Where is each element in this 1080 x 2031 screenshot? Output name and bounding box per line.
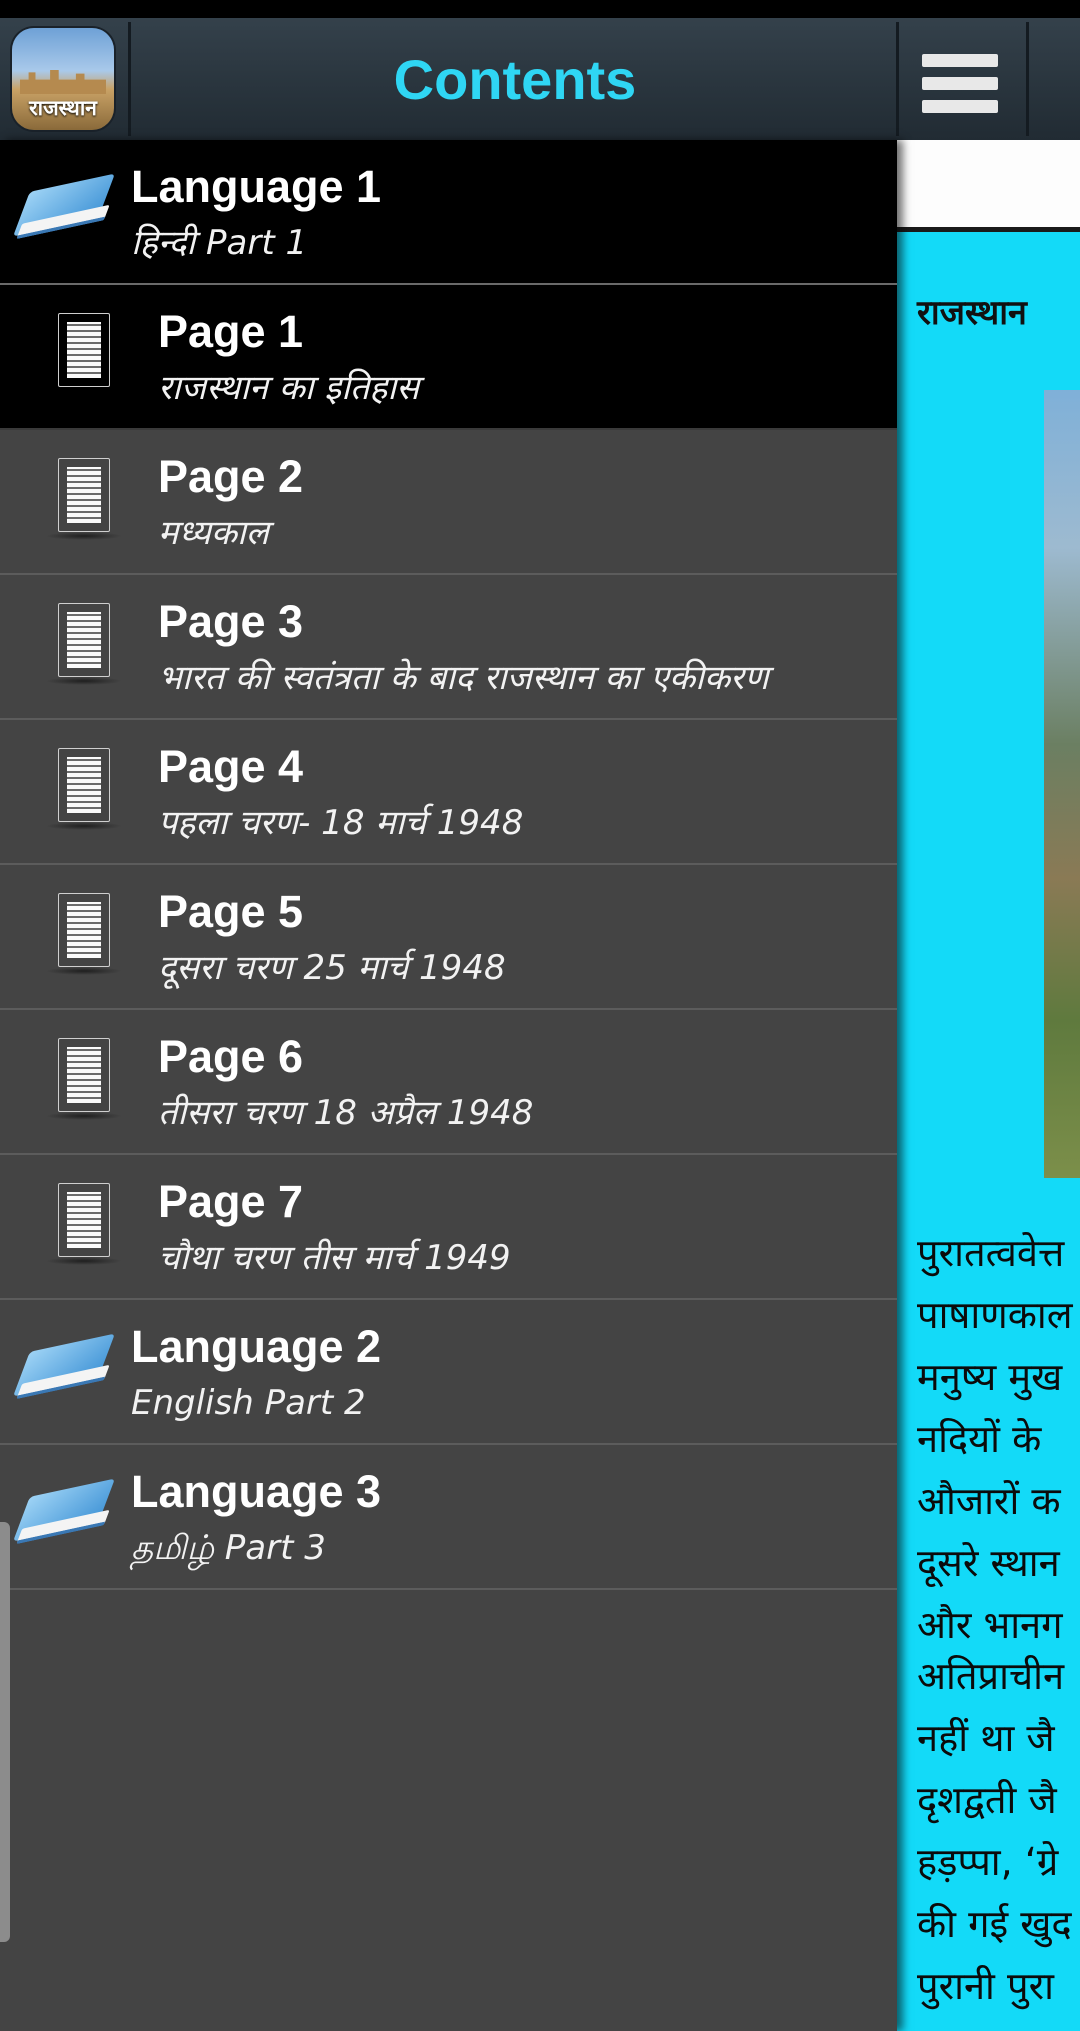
item-subtitle: राजस्थान का इतिहास xyxy=(158,368,420,408)
hamburger-icon xyxy=(922,77,998,90)
fort-image xyxy=(1044,390,1080,1178)
app-logo[interactable]: राजस्थान xyxy=(12,28,114,130)
item-subtitle: तीसरा चरण 18 अप्रैल 1948 xyxy=(158,1093,534,1133)
book-icon xyxy=(13,170,115,250)
item-subtitle: भारत की स्वतंत्रता के बाद राजस्थान का एक… xyxy=(158,658,769,698)
content-paragraph-1: पुरातत्ववेत्त पाषाणकाल मनुष्य मुख नदियों के… xyxy=(917,1222,1080,1656)
item-subtitle: English Part 2 xyxy=(131,1383,366,1423)
hamburger-icon xyxy=(922,54,998,67)
item-title: Language 2 xyxy=(131,1321,382,1372)
status-bar xyxy=(0,0,1080,18)
content-top-bar xyxy=(897,140,1080,232)
header-divider xyxy=(1026,22,1029,136)
page-item[interactable]: Page 1 राजस्थान का इतिहास xyxy=(0,285,897,430)
fort-illustration xyxy=(20,70,106,94)
header-bar: राजस्थान Contents xyxy=(0,18,1080,140)
item-title: Language 3 xyxy=(131,1466,382,1517)
document-icon xyxy=(46,748,122,832)
item-subtitle: दूसरा चरण 25 मार्च 1948 xyxy=(158,948,506,988)
document-icon xyxy=(46,603,122,687)
item-title: Page 6 xyxy=(158,1031,304,1082)
paragraph-line: की गई खुद xyxy=(917,1902,1072,1946)
paragraph-line: औजारों क xyxy=(917,1479,1061,1523)
book-icon xyxy=(13,1475,115,1555)
paragraph-line: दृशद्वती जै xyxy=(917,1778,1057,1822)
content-paragraph-2: अतिप्राचीन नहीं था जै दृशद्वती जै हड़प्पा, … xyxy=(917,1645,1080,2017)
language-item[interactable]: Language 2 English Part 2 xyxy=(0,1300,897,1445)
page-item[interactable]: Page 3 भारत की स्वतंत्रता के बाद राजस्थान… xyxy=(0,575,897,720)
paragraph-line: पुरानी पुरा xyxy=(917,1964,1054,2008)
paragraph-line: नदियों के xyxy=(917,1417,1042,1461)
paragraph-line: हड़प्पा, ‘ग्रे xyxy=(917,1840,1059,1884)
header-divider xyxy=(896,22,899,136)
document-icon xyxy=(46,1038,122,1122)
document-icon xyxy=(46,893,122,977)
content-panel[interactable]: राजस्थान पुरातत्ववेत्त पाषाणकाल मनुष्य मुख… xyxy=(897,140,1080,2031)
page-item[interactable]: Page 2 मध्यकाल xyxy=(0,430,897,575)
item-subtitle: हिन्दी Part 1 xyxy=(131,223,308,263)
contents-drawer[interactable]: Language 1 हिन्दी Part 1 Page 1 राजस्थान का… xyxy=(0,140,897,2031)
item-subtitle: தமிழ் Part 3 xyxy=(131,1528,326,1568)
item-subtitle: पहला चरण- 18 मार्च 1948 xyxy=(158,803,524,843)
document-icon xyxy=(46,1183,122,1267)
item-title: Language 1 xyxy=(131,161,382,212)
menu-button[interactable] xyxy=(904,24,1014,134)
document-icon xyxy=(46,458,122,542)
item-title: Page 7 xyxy=(158,1176,304,1227)
page-item[interactable]: Page 7 चौथा चरण तीस मार्च 1949 xyxy=(0,1155,897,1300)
page-item[interactable]: Page 6 तीसरा चरण 18 अप्रैल 1948 xyxy=(0,1010,897,1155)
item-title: Page 3 xyxy=(158,596,304,647)
language-item[interactable]: Language 3 தமிழ் Part 3 xyxy=(0,1445,897,1590)
page-title: Contents xyxy=(393,48,637,111)
item-title: Page 1 xyxy=(158,306,304,357)
paragraph-line: अतिप्राचीन xyxy=(917,1654,1065,1698)
paragraph-line: पाषाणकाल xyxy=(917,1293,1073,1337)
scroll-handle[interactable] xyxy=(0,1522,10,1942)
item-subtitle: मध्यकाल xyxy=(158,513,269,553)
item-title: Page 2 xyxy=(158,451,304,502)
document-icon xyxy=(46,313,122,397)
paragraph-line: नहीं था जै xyxy=(917,1716,1055,1760)
app-logo-text: राजस्थान xyxy=(29,96,97,120)
paragraph-line: पुरातत्ववेत्त xyxy=(917,1231,1065,1275)
page-item[interactable]: Page 5 दूसरा चरण 25 मार्च 1948 xyxy=(0,865,897,1010)
book-icon xyxy=(13,1330,115,1410)
item-title: Page 4 xyxy=(158,741,304,792)
language-item[interactable]: Language 1 हिन्दी Part 1 xyxy=(0,140,897,285)
item-subtitle: चौथा चरण तीस मार्च 1949 xyxy=(158,1238,511,1278)
item-title: Page 5 xyxy=(158,886,304,937)
paragraph-line: दूसरे स्थान xyxy=(917,1541,1060,1585)
hamburger-icon xyxy=(922,100,998,113)
paragraph-line: मनुष्य मुख xyxy=(917,1355,1063,1399)
content-heading: राजस्थान xyxy=(917,293,1027,333)
page-item[interactable]: Page 4 पहला चरण- 18 मार्च 1948 xyxy=(0,720,897,865)
